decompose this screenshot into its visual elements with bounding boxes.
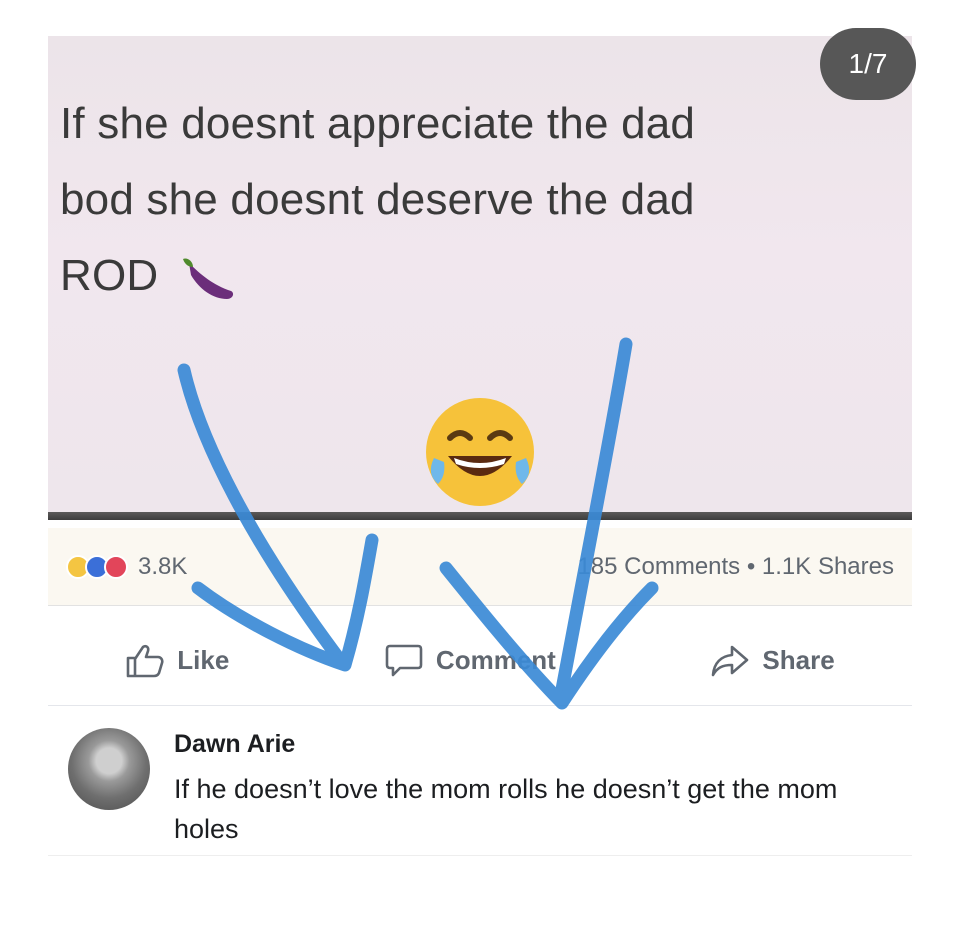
like-label: Like [177, 645, 230, 675]
thumbs-up-icon [126, 644, 164, 677]
share-button[interactable]: Share [710, 643, 835, 679]
comment-bubble-icon [385, 644, 423, 676]
comment-body: Dawn Arie If he doesn’t love the mom rol… [174, 728, 874, 849]
reaction-count: 3.8K [138, 552, 188, 580]
image-counter-badge: 1/7 [820, 28, 916, 100]
post-text-line: If she doesnt appreciate the dad [60, 99, 696, 148]
comment-label: Comment [435, 645, 556, 675]
avatar[interactable] [68, 728, 150, 810]
share-label: Share [762, 645, 835, 675]
post-text-line: bod she doesnt deserve the dad [60, 175, 695, 224]
tears-of-joy-icon [426, 398, 534, 506]
reaction-icons [66, 554, 128, 579]
post-text: If she doesnt appreciate the dad bod she… [60, 86, 900, 314]
reaction-summary[interactable]: 3.8K [66, 553, 187, 581]
comment-author[interactable]: Dawn Arie [174, 730, 874, 759]
comments-shares-stats[interactable]: 185 Comments • 1.1K Shares [577, 553, 894, 581]
comment-item: Dawn Arie If he doesn’t love the mom rol… [48, 716, 912, 856]
post-actions-bar: Like Comment Share [48, 616, 912, 706]
share-arrow-icon [712, 645, 749, 676]
eggplant-icon [182, 258, 233, 300]
comment-button[interactable]: Comment [384, 643, 556, 679]
like-button[interactable]: Like [125, 643, 229, 679]
post-image: If she doesnt appreciate the dad bod she… [48, 36, 912, 520]
screenshot-stage: If she doesnt appreciate the dad bod she… [0, 0, 960, 929]
reactions-summary-bar: 3.8K 185 Comments • 1.1K Shares [48, 528, 912, 606]
comment-text: If he doesn’t love the mom rolls he does… [174, 774, 838, 844]
love-icon [104, 554, 128, 579]
post-text-line: ROD [60, 238, 900, 314]
